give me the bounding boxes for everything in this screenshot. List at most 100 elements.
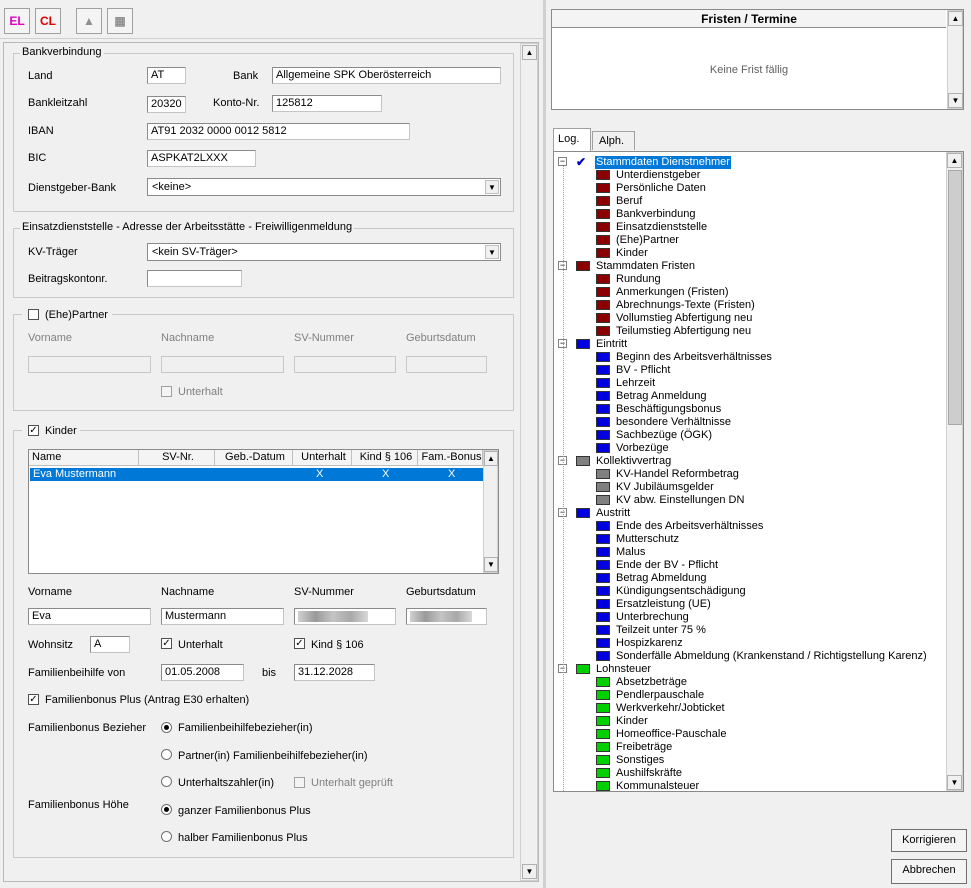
- kinder-table[interactable]: Name SV-Nr. Geb.-Datum Unterhalt Kind § …: [28, 449, 499, 574]
- tree-item[interactable]: Betrag Anmeldung: [554, 390, 944, 403]
- transfer-icon[interactable]: ▲: [76, 8, 102, 34]
- land-input[interactable]: AT: [147, 67, 186, 84]
- tree-item[interactable]: Ende des Arbeitsverhältnisses: [554, 520, 944, 533]
- briefcase-icon[interactable]: ▦: [107, 8, 133, 34]
- iban-input[interactable]: AT91 2032 0000 0012 5812: [147, 123, 410, 140]
- form-scrollbar[interactable]: ▲ ▼: [520, 43, 538, 881]
- tree-item[interactable]: BV - Pflicht: [554, 364, 944, 377]
- partner-checkbox[interactable]: [28, 309, 39, 320]
- scroll-up-icon[interactable]: ▲: [484, 451, 498, 466]
- bic-input[interactable]: ASPKAT2LXXX: [147, 150, 256, 167]
- kind-geb-input[interactable]: [406, 608, 487, 625]
- tree-item[interactable]: KV Jubiläumsgelder: [554, 481, 944, 494]
- wohnsitz-input[interactable]: A: [90, 636, 130, 653]
- expand-icon[interactable]: −: [558, 157, 567, 166]
- table-scrollbar[interactable]: ▲ ▼: [483, 450, 498, 573]
- partner-sv-input[interactable]: [294, 356, 396, 373]
- chevron-down-icon[interactable]: ▼: [485, 245, 499, 259]
- opt4-radio[interactable]: [161, 804, 172, 815]
- tree-folder[interactable]: − Kollektivvertrag: [554, 455, 944, 468]
- tree-item[interactable]: Teilumstieg Abfertigung neu: [554, 325, 944, 338]
- kind106-checkbox[interactable]: ✓: [294, 638, 305, 649]
- tree-item[interactable]: Sonstiges: [554, 754, 944, 767]
- cl-button[interactable]: CL: [35, 8, 61, 34]
- fristen-scrollbar[interactable]: ▲ ▼: [947, 10, 963, 109]
- tree-item[interactable]: Ende der BV - Pflicht: [554, 559, 944, 572]
- tree-folder[interactable]: − Austritt: [554, 507, 944, 520]
- tree-item[interactable]: Unterbrechung: [554, 611, 944, 624]
- tree-scroll-thumb[interactable]: [948, 170, 962, 425]
- table-row[interactable]: Eva Mustermann X X X: [30, 468, 483, 481]
- tree-item[interactable]: Persönliche Daten: [554, 182, 944, 195]
- tab-log[interactable]: Log.: [553, 128, 591, 152]
- scroll-down-icon[interactable]: ▼: [948, 93, 963, 108]
- tree-folder[interactable]: − Lohnsteuer: [554, 663, 944, 676]
- tree-item[interactable]: Abrechnungs-Texte (Fristen): [554, 299, 944, 312]
- tree-item[interactable]: Hospizkarenz: [554, 637, 944, 650]
- scroll-up-icon[interactable]: ▲: [948, 11, 963, 26]
- dgbank-select[interactable]: <keine> ▼: [147, 178, 501, 196]
- opt1-radio[interactable]: [161, 722, 172, 733]
- kind-vorname-input[interactable]: Eva: [28, 608, 151, 625]
- tree-item[interactable]: Kündigungsentschädigung: [554, 585, 944, 598]
- tree-item[interactable]: Anmerkungen (Fristen): [554, 286, 944, 299]
- fbh-von-input[interactable]: 01.05.2008: [161, 664, 244, 681]
- scroll-down-icon[interactable]: ▼: [522, 864, 537, 879]
- opt5-radio[interactable]: [161, 831, 172, 842]
- scroll-thumb[interactable]: [522, 63, 537, 461]
- tree-item[interactable]: Vorbezüge: [554, 442, 944, 455]
- tree-item[interactable]: Absetzbeträge: [554, 676, 944, 689]
- tree-item[interactable]: Kinder: [554, 715, 944, 728]
- tree-item[interactable]: Sachbezüge (ÖGK): [554, 429, 944, 442]
- geprueft-checkbox[interactable]: [294, 777, 305, 788]
- tree-folder[interactable]: − ✔ Stammdaten Dienstnehmer: [554, 156, 944, 169]
- tree-item[interactable]: Beruf: [554, 195, 944, 208]
- tree-item[interactable]: Bankverbindung: [554, 208, 944, 221]
- kind-nachname-input[interactable]: Mustermann: [161, 608, 284, 625]
- col-svnr[interactable]: SV-Nr.: [139, 450, 215, 465]
- tree-item[interactable]: Betrag Abmeldung: [554, 572, 944, 585]
- tree-item[interactable]: Kommunalsteuer: [554, 780, 944, 791]
- partner-unterhalt-checkbox[interactable]: [161, 386, 172, 397]
- tree-item[interactable]: (Ehe)Partner: [554, 234, 944, 247]
- tree-item[interactable]: Sonderfälle Abmeldung (Krankenstand / Ri…: [554, 650, 944, 663]
- col-kind106[interactable]: Kind § 106: [352, 450, 418, 465]
- kinder-checkbox[interactable]: ✓: [28, 425, 39, 436]
- tree-item[interactable]: Vollumstieg Abfertigung neu: [554, 312, 944, 325]
- navigation-tree[interactable]: ▲ ▼ − ✔ Stammdaten Dienstnehmer Unterdienst…: [553, 151, 964, 792]
- partner-vorname-input[interactable]: [28, 356, 151, 373]
- chevron-down-icon[interactable]: ▼: [485, 180, 499, 194]
- tree-item[interactable]: Freibeträge: [554, 741, 944, 754]
- tree-item[interactable]: Mutterschutz: [554, 533, 944, 546]
- tree-item[interactable]: Lehrzeit: [554, 377, 944, 390]
- col-gebdatum[interactable]: Geb.-Datum: [215, 450, 293, 465]
- opt2-radio[interactable]: [161, 749, 172, 760]
- tree-folder[interactable]: − Eintritt: [554, 338, 944, 351]
- el-button[interactable]: EL: [4, 8, 30, 34]
- col-unterhalt[interactable]: Unterhalt: [293, 450, 352, 465]
- scroll-down-icon[interactable]: ▼: [484, 557, 498, 572]
- tree-item[interactable]: Werkverkehr/Jobticket: [554, 702, 944, 715]
- col-name[interactable]: Name: [29, 450, 139, 465]
- partner-geb-input[interactable]: [406, 356, 487, 373]
- tree-scrollbar[interactable]: ▲ ▼: [946, 152, 963, 791]
- tree-item[interactable]: Beginn des Arbeitsverhältnisses: [554, 351, 944, 364]
- partner-nachname-input[interactable]: [161, 356, 284, 373]
- tree-item[interactable]: Kinder: [554, 247, 944, 260]
- tree-item[interactable]: Beschäftigungsbonus: [554, 403, 944, 416]
- scroll-up-icon[interactable]: ▲: [947, 153, 962, 168]
- tree-item[interactable]: Homeoffice-Pauschale: [554, 728, 944, 741]
- tree-folder[interactable]: − Stammdaten Fristen: [554, 260, 944, 273]
- pane-divider[interactable]: [543, 0, 546, 888]
- korrigieren-button[interactable]: Korrigieren: [891, 829, 967, 852]
- tree-item[interactable]: Einsatzdienststelle: [554, 221, 944, 234]
- fbh-bis-input[interactable]: 31.12.2028: [294, 664, 375, 681]
- scroll-up-icon[interactable]: ▲: [522, 45, 537, 60]
- unterhalt-checkbox[interactable]: ✓: [161, 638, 172, 649]
- tree-item[interactable]: Pendlerpauschale: [554, 689, 944, 702]
- tree-item[interactable]: Malus: [554, 546, 944, 559]
- bank-input[interactable]: Allgemeine SPK Oberösterreich: [272, 67, 501, 84]
- col-fambonus[interactable]: Fam.-Bonus: [418, 450, 483, 465]
- blz-input[interactable]: 20320: [147, 96, 186, 113]
- tree-item[interactable]: Unterdienstgeber: [554, 169, 944, 182]
